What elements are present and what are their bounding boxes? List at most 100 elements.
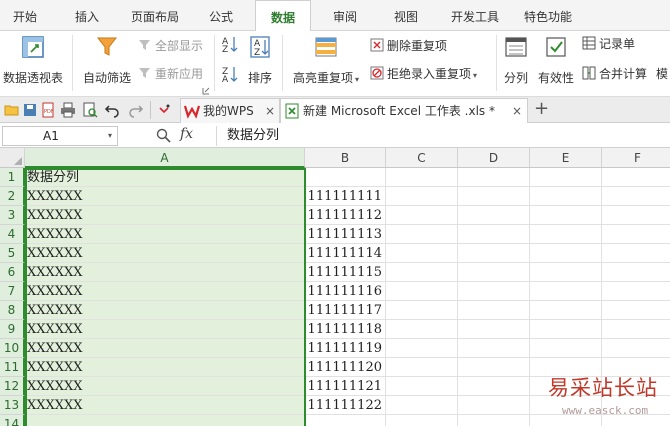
row-header[interactable]: 11 [0,358,25,377]
row-header[interactable]: 1 [0,168,25,187]
redo-icon[interactable] [128,102,144,118]
empty-cell[interactable] [458,415,530,426]
cell-b[interactable]: 111111116 [305,282,386,301]
empty-cell[interactable] [458,282,530,301]
row-header[interactable]: 5 [0,244,25,263]
cell-a[interactable]: XXXXXX [25,358,305,377]
empty-cell[interactable] [602,320,670,339]
empty-cell[interactable] [458,377,530,396]
cell-b[interactable] [305,168,386,187]
tab-formulas[interactable]: 公式 [198,0,244,31]
cell-a[interactable]: XXXXXX [25,339,305,358]
tab-my-wps[interactable]: 我的WPS × [180,98,280,123]
empty-cell[interactable] [602,225,670,244]
empty-cell[interactable] [530,282,602,301]
cell-a[interactable]: XXXXXX [25,396,305,415]
empty-cell[interactable] [458,206,530,225]
empty-cell[interactable] [386,396,458,415]
undo-icon[interactable] [104,102,120,118]
row-header[interactable]: 6 [0,263,25,282]
empty-cell[interactable] [458,358,530,377]
name-box[interactable]: A1 [2,126,118,146]
empty-cell[interactable] [602,263,670,282]
cell-a[interactable]: XXXXXX [25,282,305,301]
pivot-table-button[interactable]: 数据透视表 [2,33,64,93]
record-form-button[interactable]: 记录单 [582,35,635,53]
open-folder-icon[interactable] [4,102,20,118]
empty-cell[interactable] [602,187,670,206]
empty-cell[interactable] [386,282,458,301]
empty-cell[interactable] [458,168,530,187]
show-all-button[interactable]: 全部显示 [138,37,203,55]
empty-cell[interactable] [386,320,458,339]
empty-cell[interactable] [386,206,458,225]
empty-cell[interactable] [458,339,530,358]
row-header[interactable]: 2 [0,187,25,206]
row-header[interactable]: 13 [0,396,25,415]
more-ribbon-button[interactable]: 模 [656,65,668,83]
empty-cell[interactable] [458,320,530,339]
cell-b[interactable]: 111111113 [305,225,386,244]
cell-a[interactable]: XXXXXX [25,301,305,320]
cell-b[interactable]: 111111117 [305,301,386,320]
tab-special-features[interactable]: 特色功能 [517,0,579,31]
split-columns-button[interactable]: 分列 [500,33,532,93]
tab-view[interactable]: 视图 [383,0,429,31]
highlight-duplicates-button[interactable]: 高亮重复项 ▾ [290,33,362,93]
empty-cell[interactable] [602,244,670,263]
cell-b[interactable]: 111111122 [305,396,386,415]
delete-duplicates-button[interactable]: 删除重复项 [370,37,447,55]
cell-b[interactable]: 111111115 [305,263,386,282]
empty-cell[interactable] [458,263,530,282]
empty-cell[interactable] [386,358,458,377]
print-preview-icon[interactable] [82,102,98,118]
empty-cell[interactable] [386,377,458,396]
cell-b[interactable] [305,415,386,426]
cell-b[interactable]: 111111119 [305,339,386,358]
tab-insert[interactable]: 插入 [62,0,112,31]
dialog-launcher-icon[interactable] [202,87,210,95]
empty-cell[interactable] [602,339,670,358]
row-header[interactable]: 4 [0,225,25,244]
cell-a[interactable]: XXXXXX [25,244,305,263]
column-header-f[interactable]: F [602,148,670,168]
cell-a[interactable]: XXXXXX [25,206,305,225]
column-header-d[interactable]: D [458,148,530,168]
cell-a[interactable]: XXXXXX [25,225,305,244]
new-tab-button[interactable]: + [534,97,549,121]
row-header[interactable]: 10 [0,339,25,358]
sort-descending-icon[interactable]: Z A [222,65,238,83]
empty-cell[interactable] [530,168,602,187]
empty-cell[interactable] [530,187,602,206]
row-header[interactable]: 8 [0,301,25,320]
sort-button[interactable]: A Z 排序 [244,33,276,93]
empty-cell[interactable] [458,244,530,263]
cell-b[interactable]: 111111111 [305,187,386,206]
empty-cell[interactable] [386,187,458,206]
reapply-button[interactable]: 重新应用 [138,65,203,83]
sort-ascending-icon[interactable]: A Z [222,35,238,53]
empty-cell[interactable] [386,225,458,244]
formula-input[interactable]: 数据分列 [216,126,668,146]
row-header[interactable]: 3 [0,206,25,225]
empty-cell[interactable] [530,320,602,339]
empty-cell[interactable] [602,282,670,301]
select-all-corner[interactable] [0,148,25,168]
print-icon[interactable] [60,102,76,118]
empty-cell[interactable] [530,263,602,282]
empty-cell[interactable] [386,168,458,187]
auto-filter-button[interactable]: 自动筛选 [80,33,134,93]
empty-cell[interactable] [386,339,458,358]
empty-cell[interactable] [458,301,530,320]
cell-a[interactable]: 数据分列 [25,168,305,187]
cell-b[interactable]: 111111118 [305,320,386,339]
empty-cell[interactable] [458,396,530,415]
empty-cell[interactable] [458,187,530,206]
reject-duplicates-button[interactable]: 拒绝录入重复项 ▾ [370,65,477,83]
empty-cell[interactable] [602,168,670,187]
row-header[interactable]: 12 [0,377,25,396]
cell-a[interactable]: XXXXXX [25,320,305,339]
consolidate-button[interactable]: 合并计算 [582,65,647,83]
empty-cell[interactable] [602,301,670,320]
column-header-e[interactable]: E [530,148,602,168]
